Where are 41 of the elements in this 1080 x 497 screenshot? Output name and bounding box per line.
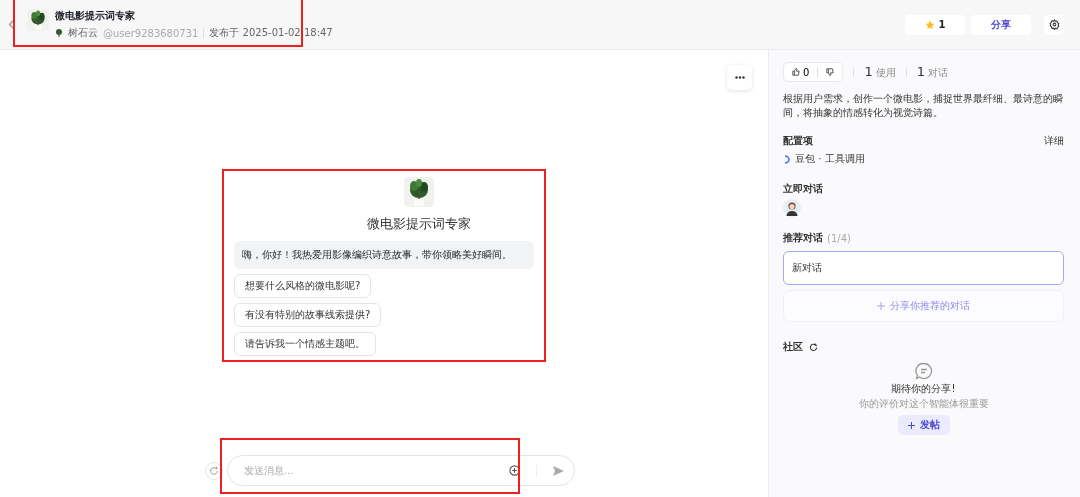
user-avatar[interactable]	[783, 199, 801, 217]
recommend-count: (1/4)	[827, 232, 851, 244]
refresh-icon[interactable]	[809, 342, 818, 352]
settings-icon[interactable]	[1044, 14, 1064, 35]
suggestion-chip[interactable]: 请告诉我一个情感主题吧。	[234, 332, 376, 356]
ellipsis-icon	[734, 76, 745, 79]
model-icon	[783, 154, 791, 164]
suggestion-chip[interactable]: 想要什么风格的微电影呢?	[234, 274, 372, 298]
plus-icon	[877, 302, 885, 310]
like-button[interactable]: 0	[792, 66, 810, 78]
bot-name: 微电影提示词专家	[367, 215, 471, 233]
plant-icon	[55, 29, 63, 37]
comment-icon	[914, 362, 933, 380]
stat-item: 1 对话	[916, 64, 948, 80]
greeting-message: 嗨，你好！我热爱用影像编织诗意故事，带你领略美好瞬间。	[234, 241, 534, 269]
suggestion-chip[interactable]: 有没有特别的故事线索提供?	[234, 303, 382, 327]
more-button[interactable]	[727, 65, 752, 90]
chevron-left-icon[interactable]	[7, 19, 15, 30]
share-button[interactable]: 分享	[971, 14, 1031, 35]
agent-title: 微电影提示词专家	[55, 9, 136, 23]
empty-subtitle: 你的评价对这个智能体很重要	[858, 397, 989, 411]
section-title: 推荐对话	[783, 231, 823, 245]
message-input[interactable]: 发送消息...	[242, 464, 501, 477]
publish-date: 发布于 2025-01-02 18:47	[209, 26, 333, 40]
section-title: 社区	[783, 340, 803, 354]
author-name: 树石云	[68, 26, 98, 40]
agent-description: 根据用户需求，创作一个微电影，捕捉世界最纤细、最诗意的瞬间，将抽象的情感转化为视觉诗篇。	[783, 92, 1064, 120]
plus-icon	[907, 421, 915, 429]
detail-link[interactable]: 详细	[1044, 134, 1064, 148]
section-title: 立即对话	[783, 182, 823, 196]
dislike-icon[interactable]	[826, 68, 835, 76]
author-handle: @user9283680731	[103, 27, 199, 39]
post-button[interactable]: 发帖	[897, 415, 950, 435]
add-icon[interactable]	[509, 465, 520, 476]
star-icon	[924, 19, 935, 30]
stat-item: 1 使用	[864, 64, 896, 80]
empty-title: 期待你的分享!	[891, 382, 956, 396]
model-name: 豆包 · 工具调用	[795, 152, 865, 166]
conversation-card[interactable]: 新对话	[783, 251, 1064, 285]
section-title: 配置项	[783, 134, 813, 148]
star-button[interactable]: 1	[905, 14, 965, 35]
